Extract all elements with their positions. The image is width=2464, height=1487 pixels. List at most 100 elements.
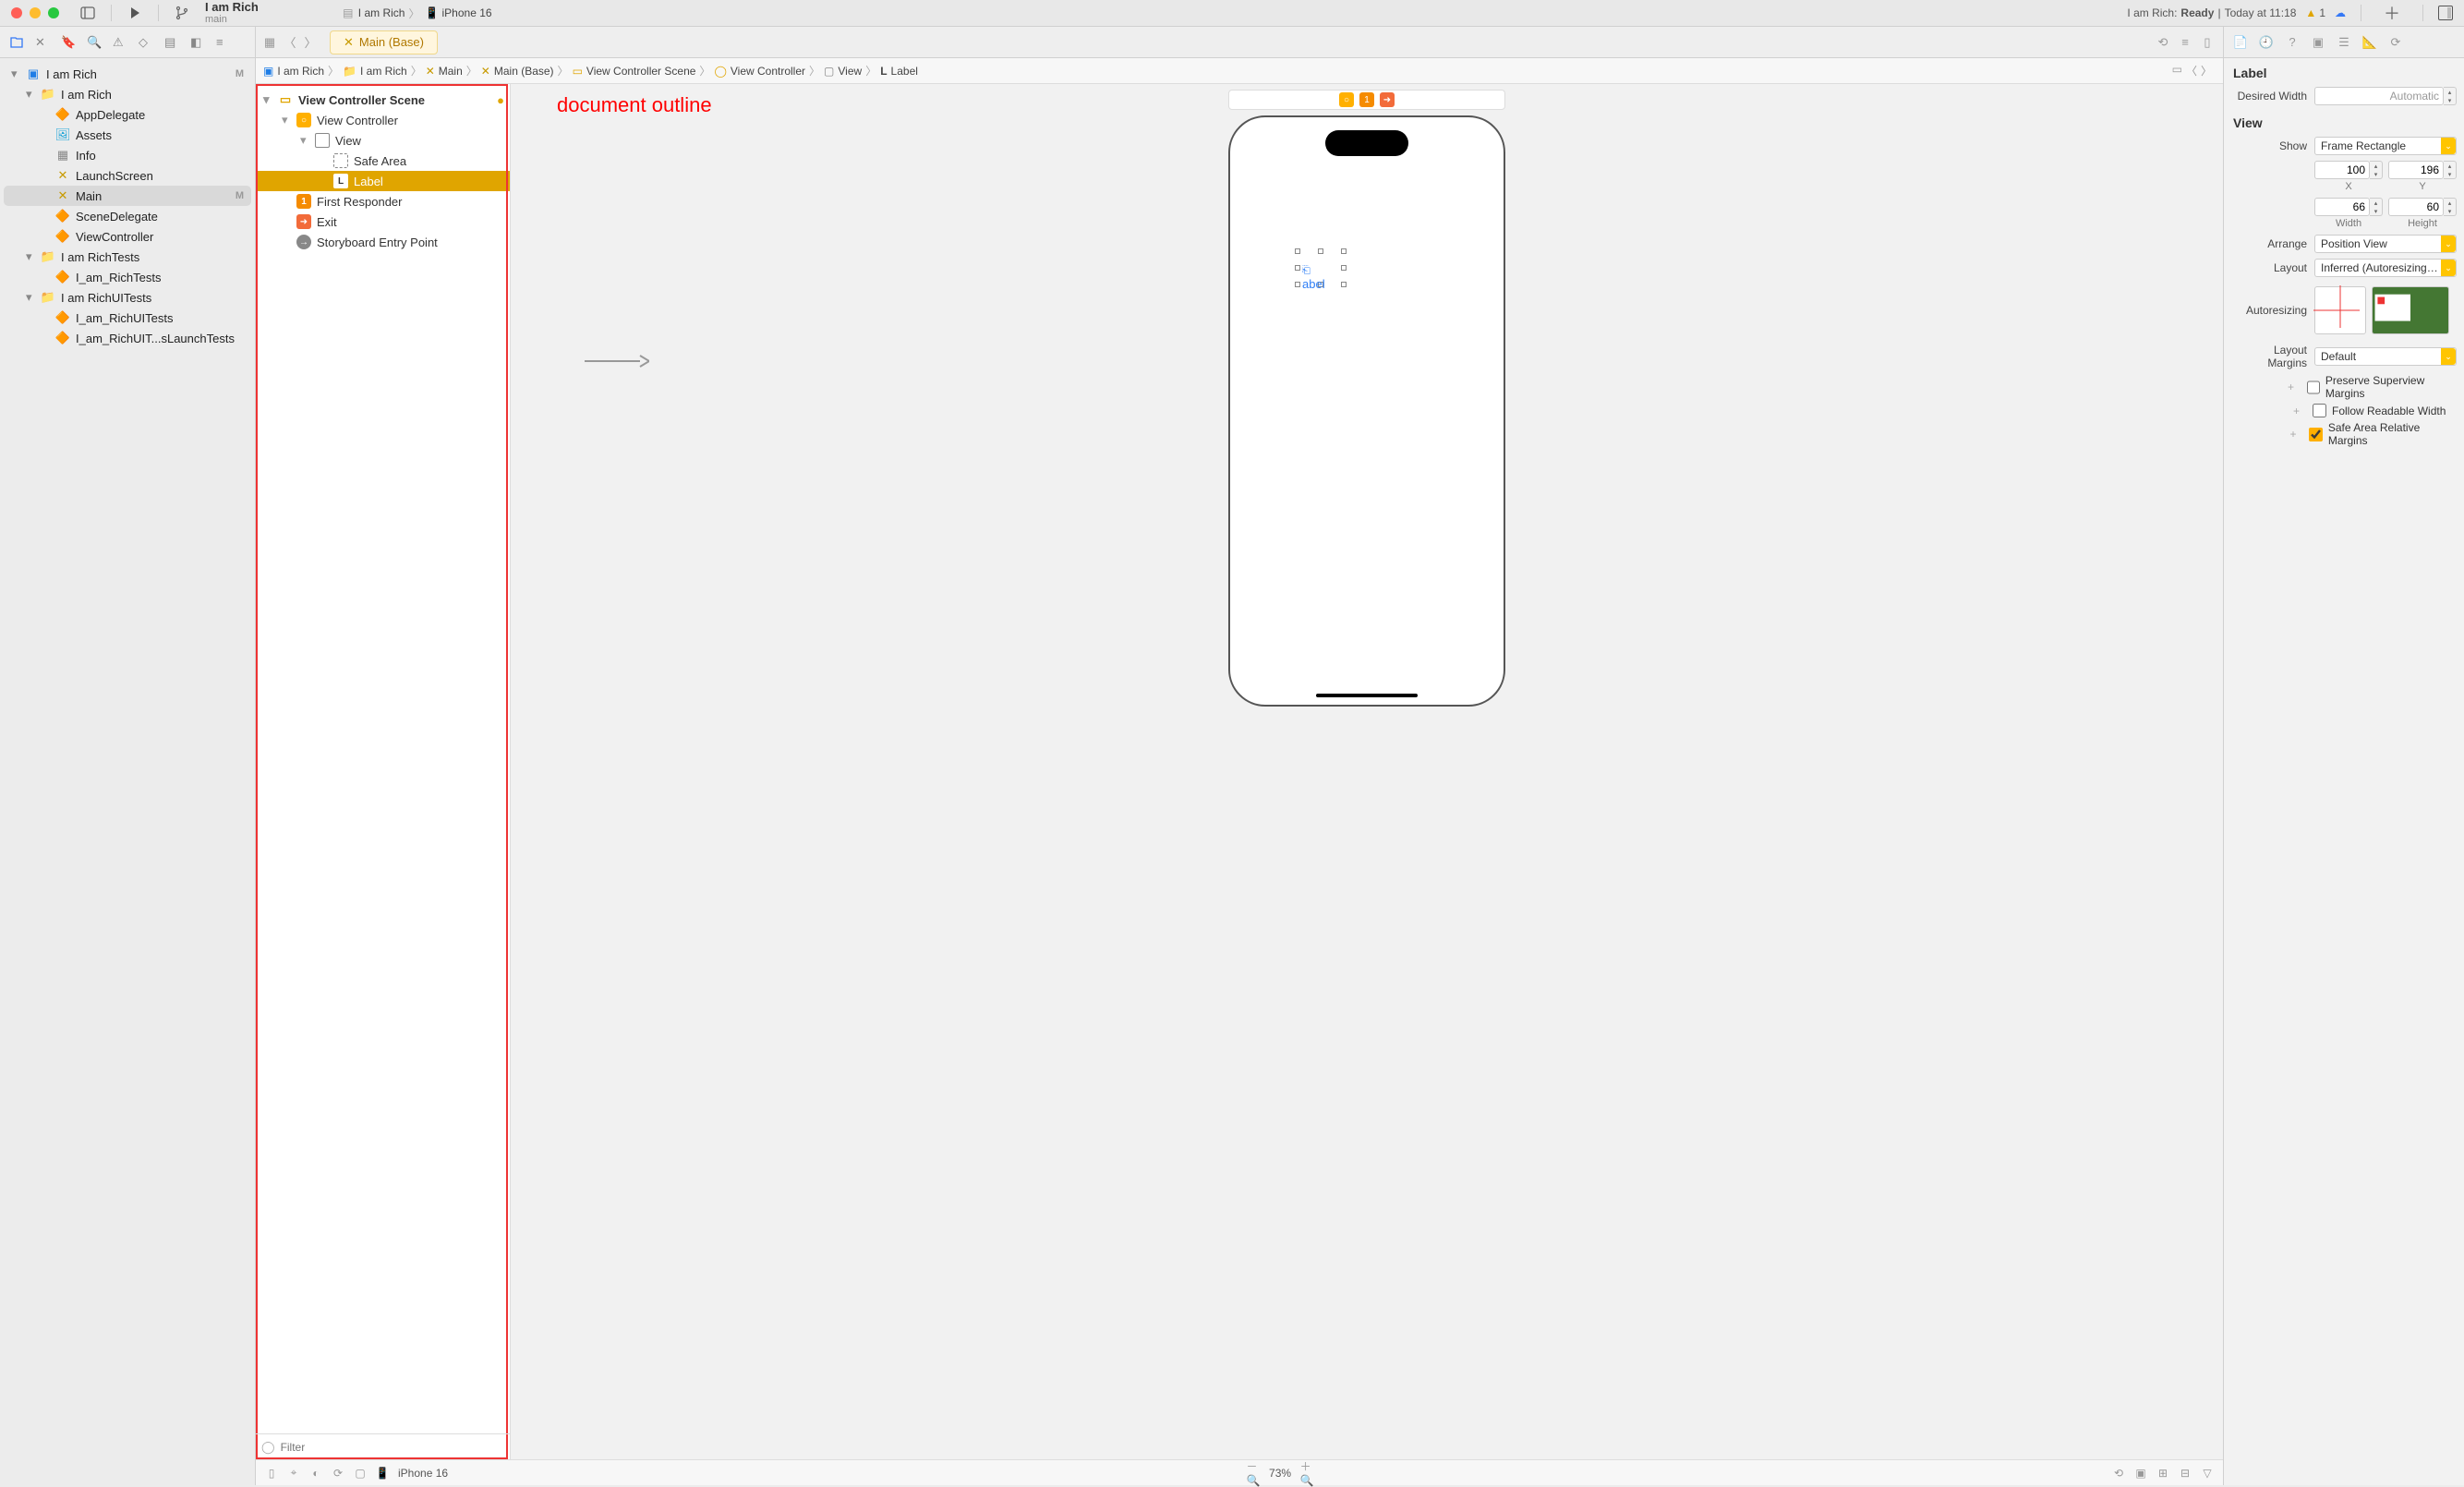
outline-entrypoint-row[interactable]: →Storyboard Entry Point: [256, 232, 510, 252]
jump-bar[interactable]: ▣I am Rich〉 📁I am Rich〉 ✕Main〉 ✕Main (Ba…: [256, 58, 2223, 84]
prev-issue-icon[interactable]: 〈: [2186, 63, 2197, 79]
y-field[interactable]: ▴▾: [2388, 161, 2457, 179]
help-inspector-icon[interactable]: ?: [2285, 35, 2300, 50]
follow-readable-checkbox[interactable]: [2313, 404, 2326, 417]
issue-navigator-icon[interactable]: ⚠︎: [113, 35, 127, 50]
preserve-superview-margins-row[interactable]: + Preserve Superview Margins: [2224, 372, 2464, 402]
right-panel-toggle-icon[interactable]: [2438, 6, 2453, 20]
device-config-icon[interactable]: ▢: [354, 1467, 367, 1480]
view-as-icon[interactable]: ▯: [265, 1467, 278, 1480]
embed-icon[interactable]: ▣: [2134, 1467, 2147, 1480]
project-root-row[interactable]: ▾ ▣ I am Rich M: [4, 64, 251, 84]
test-navigator-icon[interactable]: ◇: [139, 35, 153, 50]
folder-row[interactable]: ▾📁 I am Rich: [4, 84, 251, 104]
file-row[interactable]: 🔶ViewController: [4, 226, 251, 247]
autoresizing-control[interactable]: [2314, 286, 2366, 334]
accessibility-icon[interactable]: ⌖: [287, 1467, 300, 1480]
outline-safearea-row[interactable]: Safe Area: [256, 151, 510, 171]
file-row-selected[interactable]: ✕MainM: [4, 186, 251, 206]
safearea-margins-checkbox[interactable]: [2309, 428, 2322, 441]
file-row[interactable]: 🔶I_am_RichUITests: [4, 308, 251, 328]
project-navigator-icon[interactable]: [9, 35, 24, 50]
connections-inspector-icon[interactable]: ⟳: [2388, 35, 2403, 50]
width-field[interactable]: ▴▾: [2314, 198, 2383, 216]
folder-row[interactable]: ▾📁I am RichTests: [4, 247, 251, 267]
file-row[interactable]: 🖼Assets: [4, 125, 251, 145]
outline-view-row[interactable]: ▾View: [256, 130, 510, 151]
add-variation-icon[interactable]: +: [2224, 405, 2307, 417]
related-items-icon[interactable]: ▦: [263, 36, 276, 49]
orientation-icon[interactable]: ⟳: [332, 1467, 344, 1480]
file-row[interactable]: 🔶I_am_RichUIT...sLaunchTests: [4, 328, 251, 348]
interface-builder-canvas[interactable]: document outline ○ 1 ➜: [511, 84, 2223, 1459]
run-button-icon[interactable]: [127, 5, 143, 21]
update-frames-icon[interactable]: ⟲: [2112, 1467, 2125, 1480]
layout-dropdown[interactable]: Inferred (Autoresizing Mas... ⌄: [2314, 259, 2457, 277]
file-inspector-icon[interactable]: 📄: [2233, 35, 2248, 50]
firstresponder-dock-icon[interactable]: 1: [1359, 92, 1374, 107]
follow-readable-width-row[interactable]: + Follow Readable Width: [2224, 402, 2464, 419]
vc-dock-icon[interactable]: ○: [1339, 92, 1354, 107]
warnings-badge[interactable]: ▲ 1: [2305, 6, 2325, 19]
attributes-inspector-icon[interactable]: ☰: [2337, 35, 2351, 50]
file-row[interactable]: ▦Info: [4, 145, 251, 165]
resolve-icon[interactable]: ▽: [2201, 1467, 2214, 1480]
layout-margins-dropdown[interactable]: Default ⌄: [2314, 347, 2457, 366]
outline-label-row-selected[interactable]: LLabel: [256, 171, 510, 191]
next-issue-icon[interactable]: 〉: [2201, 63, 2212, 79]
desired-width-field[interactable]: ▴▾: [2314, 87, 2457, 105]
identity-inspector-icon[interactable]: ▣: [2311, 35, 2325, 50]
cloud-status-icon[interactable]: ☁︎: [2335, 6, 2346, 19]
doc-outline-toggle-icon[interactable]: ▭: [2172, 63, 2182, 79]
file-row[interactable]: 🔶I_am_RichTests: [4, 267, 251, 287]
device-label[interactable]: iPhone 16: [398, 1467, 448, 1480]
phone-small-icon[interactable]: 📱: [376, 1467, 389, 1480]
project-title[interactable]: I am Rich main: [199, 1, 259, 25]
safe-area-margins-row[interactable]: + Safe Area Relative Margins: [2224, 419, 2464, 449]
history-inspector-icon[interactable]: 🕘: [2259, 35, 2274, 50]
height-field[interactable]: ▴▾: [2388, 198, 2457, 216]
align-icon[interactable]: ⊞: [2156, 1467, 2169, 1480]
report-navigator-icon[interactable]: ≡: [216, 35, 231, 50]
outline-firstresponder-row[interactable]: 1First Responder: [256, 191, 510, 212]
pin-icon[interactable]: ⊟: [2179, 1467, 2192, 1480]
file-row[interactable]: ✕LaunchScreen: [4, 165, 251, 186]
outline-exit-row[interactable]: ➜Exit: [256, 212, 510, 232]
add-variation-icon[interactable]: +: [2224, 428, 2303, 441]
add-variation-icon[interactable]: +: [2224, 381, 2301, 393]
library-button[interactable]: ＋: [2376, 1, 2408, 25]
close-window[interactable]: [11, 7, 22, 18]
exit-dock-icon[interactable]: ➜: [1380, 92, 1395, 107]
x-field[interactable]: ▴▾: [2314, 161, 2383, 179]
outline-scene-row[interactable]: ▾▭ View Controller Scene ●: [256, 90, 510, 110]
appearance-icon[interactable]: ◐: [309, 1467, 322, 1480]
forward-chevron-icon[interactable]: 〉: [304, 36, 317, 49]
find-navigator-icon[interactable]: 🔍: [87, 35, 102, 50]
debug-navigator-icon[interactable]: ▤: [164, 35, 179, 50]
refresh-canvas-icon[interactable]: ⟲: [2156, 36, 2169, 49]
minimap-icon[interactable]: ▯: [2201, 36, 2214, 49]
bookmark-navigator-icon[interactable]: 🔖: [61, 35, 76, 50]
arrange-dropdown[interactable]: Position View ⌄: [2314, 235, 2457, 253]
zoom-out-icon[interactable]: －🔍: [1247, 1467, 1260, 1480]
back-chevron-icon[interactable]: 〈: [284, 36, 296, 49]
outline-filter-input[interactable]: [281, 1441, 504, 1454]
file-row[interactable]: 🔶SceneDelegate: [4, 206, 251, 226]
scene-dock[interactable]: ○ 1 ➜: [1228, 90, 1505, 110]
left-panel-toggle-icon[interactable]: [79, 5, 96, 21]
zoom-window[interactable]: [48, 7, 59, 18]
minimize-window[interactable]: [30, 7, 41, 18]
preserve-superview-checkbox[interactable]: [2307, 381, 2320, 394]
scheme-selector[interactable]: ▤ I am Rich 〉: [342, 6, 420, 21]
folder-row[interactable]: ▾📁I am RichUITests: [4, 287, 251, 308]
size-inspector-icon[interactable]: 📐: [2362, 35, 2377, 50]
device-selector[interactable]: 📱 iPhone 16: [426, 6, 492, 19]
file-row[interactable]: 🔶AppDelegate: [4, 104, 251, 125]
breakpoint-navigator-icon[interactable]: ◧: [190, 35, 205, 50]
open-file-tab[interactable]: ✕ Main (Base): [330, 30, 438, 54]
zoom-in-icon[interactable]: ＋🔍: [1300, 1467, 1313, 1480]
adjust-editor-icon[interactable]: ≡: [2179, 36, 2192, 49]
zoom-label[interactable]: 73%: [1269, 1467, 1291, 1480]
show-dropdown[interactable]: Frame Rectangle ⌄: [2314, 137, 2457, 155]
source-control-navigator-icon[interactable]: ✕: [35, 35, 50, 50]
